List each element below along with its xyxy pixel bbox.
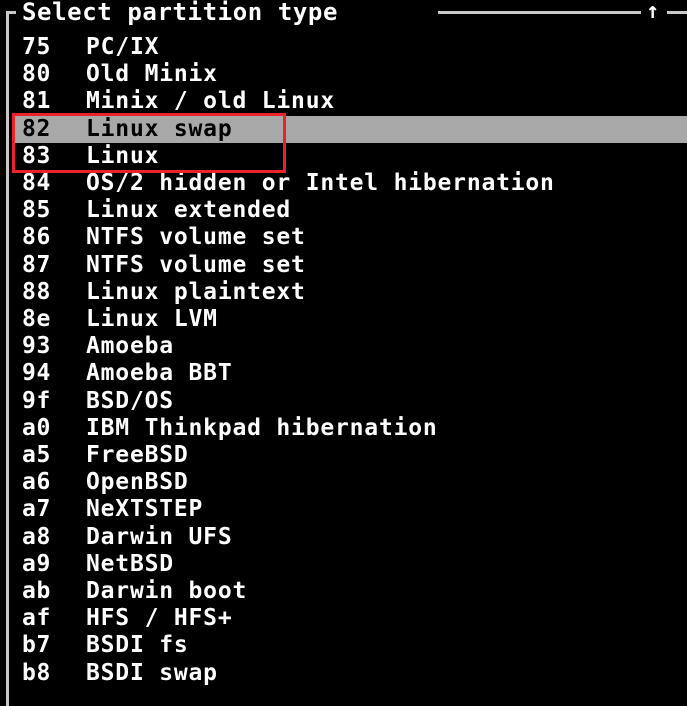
- partition-type-code: 80: [22, 61, 51, 87]
- partition-type-option[interactable]: 83 Linux: [14, 143, 687, 170]
- partition-type-option[interactable]: 84 OS/2 hidden or Intel hibernation: [14, 170, 687, 197]
- partition-type-option[interactable]: b8 BSDI swap: [14, 660, 687, 687]
- partition-type-option[interactable]: 8e Linux LVM: [14, 306, 687, 333]
- partition-type-code: 81: [22, 88, 51, 114]
- frame-top-border: [438, 11, 641, 14]
- partition-type-code: ab: [22, 578, 51, 604]
- partition-type-name: Amoeba BBT: [86, 360, 233, 386]
- partition-type-name: Linux swap: [86, 116, 233, 142]
- partition-type-option[interactable]: b7 BSDI fs: [14, 632, 687, 659]
- partition-type-code: af: [22, 605, 51, 631]
- partition-type-name: Old Minix: [86, 61, 218, 87]
- partition-type-name: BSD/OS: [86, 388, 174, 414]
- partition-type-code: 8e: [22, 306, 51, 332]
- partition-type-option[interactable]: a9 NetBSD: [14, 551, 687, 578]
- partition-type-option[interactable]: 87 NTFS volume set: [14, 252, 687, 279]
- partition-type-name: Darwin UFS: [86, 524, 233, 550]
- partition-type-code: a0: [22, 415, 51, 441]
- partition-type-code: 88: [22, 279, 51, 305]
- frame-left-border: [6, 12, 9, 706]
- partition-type-name: NeXTSTEP: [86, 496, 204, 522]
- partition-type-name: Linux: [86, 143, 160, 169]
- partition-type-name: Amoeba: [86, 333, 174, 359]
- partition-type-name: NTFS volume set: [86, 252, 306, 278]
- partition-type-code: a9: [22, 551, 51, 577]
- partition-type-code: a5: [22, 442, 51, 468]
- frame-top-border: [667, 11, 687, 14]
- partition-type-code: a6: [22, 469, 51, 495]
- partition-type-name: BSDI swap: [86, 660, 218, 686]
- partition-type-code: 87: [22, 252, 51, 278]
- partition-type-code: b8: [22, 660, 51, 686]
- partition-type-name: HFS / HFS+: [86, 605, 233, 631]
- partition-type-code: a8: [22, 524, 51, 550]
- partition-type-option[interactable]: 75 PC/IX: [14, 34, 687, 61]
- partition-type-name: Darwin boot: [86, 578, 248, 604]
- partition-type-code: 83: [22, 143, 51, 169]
- partition-type-code: 84: [22, 170, 51, 196]
- partition-type-code: 86: [22, 224, 51, 250]
- partition-type-option[interactable]: af HFS / HFS+: [14, 605, 687, 632]
- partition-type-code: a7: [22, 496, 51, 522]
- partition-type-code: 94: [22, 360, 51, 386]
- partition-type-option[interactable]: 82 Linux swap: [14, 116, 687, 143]
- partition-type-code: 75: [22, 34, 51, 60]
- partition-type-name: PC/IX: [86, 34, 160, 60]
- terminal-screen: Select partition type ↑ 75 PC/IX 80 Old Min…: [0, 0, 687, 706]
- partition-type-option[interactable]: ab Darwin boot: [14, 578, 687, 605]
- partition-type-name: Linux LVM: [86, 306, 218, 332]
- partition-type-option[interactable]: 94 Amoeba BBT: [14, 360, 687, 387]
- partition-type-option[interactable]: 86 NTFS volume set: [14, 224, 687, 251]
- partition-type-code: 93: [22, 333, 51, 359]
- partition-type-option[interactable]: 88 Linux plaintext: [14, 279, 687, 306]
- partition-type-option[interactable]: 93 Amoeba: [14, 333, 687, 360]
- partition-type-name: NetBSD: [86, 551, 174, 577]
- dialog-title: Select partition type: [22, 0, 339, 26]
- partition-type-name: OpenBSD: [86, 469, 189, 495]
- partition-type-option[interactable]: 80 Old Minix: [14, 61, 687, 88]
- partition-type-name: OS/2 hidden or Intel hibernation: [86, 170, 555, 196]
- partition-type-name: Linux extended: [86, 197, 292, 223]
- partition-type-code: 9f: [22, 388, 51, 414]
- partition-type-code: 82: [22, 116, 51, 142]
- partition-type-option[interactable]: 9f BSD/OS: [14, 388, 687, 415]
- partition-type-name: IBM Thinkpad hibernation: [86, 415, 438, 441]
- partition-type-option[interactable]: a6 OpenBSD: [14, 469, 687, 496]
- frame-top-border: [6, 11, 16, 14]
- partition-type-name: NTFS volume set: [86, 224, 306, 250]
- partition-type-option[interactable]: a7 NeXTSTEP: [14, 496, 687, 523]
- partition-type-name: BSDI fs: [86, 632, 189, 658]
- partition-type-option[interactable]: 85 Linux extended: [14, 197, 687, 224]
- partition-type-name: FreeBSD: [86, 442, 189, 468]
- partition-type-code: 85: [22, 197, 51, 223]
- partition-type-option[interactable]: 81 Minix / old Linux: [14, 88, 687, 115]
- partition-type-option[interactable]: a5 FreeBSD: [14, 442, 687, 469]
- partition-type-option[interactable]: a8 Darwin UFS: [14, 524, 687, 551]
- partition-type-name: Minix / old Linux: [86, 88, 336, 114]
- partition-type-option[interactable]: a0 IBM Thinkpad hibernation: [14, 415, 687, 442]
- partition-type-code: b7: [22, 632, 51, 658]
- partition-type-name: Linux plaintext: [86, 279, 306, 305]
- scroll-up-icon[interactable]: ↑: [646, 0, 659, 24]
